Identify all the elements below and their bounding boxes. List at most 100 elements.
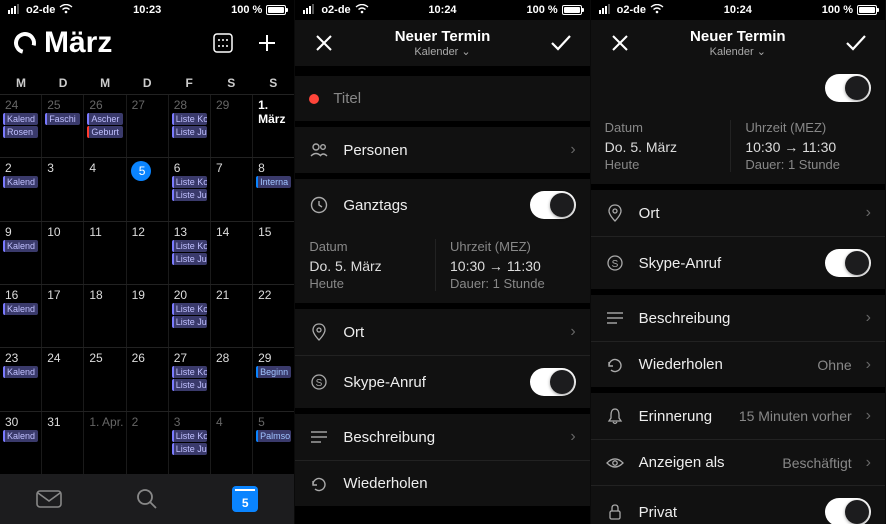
add-event-button[interactable] — [254, 30, 280, 56]
day-cell[interactable]: 18 — [84, 285, 126, 347]
day-cell[interactable]: 14 — [211, 222, 253, 284]
event-chip[interactable]: Liste Ju — [172, 316, 207, 328]
event-chip[interactable]: Liste Ko — [172, 176, 207, 188]
repeat-row[interactable]: Wiederholen Ohne › — [591, 341, 885, 387]
event-chip[interactable]: Liste Ju — [172, 443, 207, 455]
show-as-row[interactable]: Anzeigen als Beschäftigt › — [591, 439, 885, 485]
day-cell[interactable]: 23Kalend — [0, 348, 42, 410]
event-chip[interactable]: Kalend — [3, 303, 38, 315]
skype-row[interactable]: S Skype-Anruf — [295, 355, 589, 408]
calendar-selector[interactable]: Kalender ⌄ — [690, 45, 786, 58]
event-chip[interactable]: Liste Ju — [172, 189, 207, 201]
day-cell[interactable]: 4 — [84, 158, 126, 220]
day-cell[interactable]: 27 — [127, 95, 169, 157]
day-cell[interactable]: 1. März — [253, 95, 294, 157]
event-chip[interactable]: Rosen — [3, 126, 38, 138]
allday-toggle[interactable] — [825, 74, 871, 102]
day-cell[interactable]: 22 — [253, 285, 294, 347]
event-chip[interactable]: Interna — [256, 176, 291, 188]
tab-mail[interactable] — [0, 490, 98, 508]
month-grid[interactable]: 24KalendRosen25Faschi26AscherGeburt2728L… — [0, 94, 294, 474]
title-input-row[interactable]: Titel — [295, 76, 589, 121]
day-cell[interactable]: 8Interna — [253, 158, 294, 220]
tab-search[interactable] — [98, 488, 196, 510]
event-chip[interactable]: Kalend — [3, 113, 38, 125]
day-cell[interactable]: 13Liste KoListe Ju — [169, 222, 211, 284]
day-cell[interactable]: 27Liste KoListe Ju — [169, 348, 211, 410]
private-toggle[interactable] — [825, 498, 871, 524]
month-title[interactable]: März — [44, 26, 112, 60]
event-chip[interactable]: Liste Ju — [172, 379, 207, 391]
day-cell[interactable]: 26AscherGeburt — [84, 95, 126, 157]
view-mode-button[interactable] — [210, 30, 236, 56]
event-chip[interactable]: Liste Ju — [172, 253, 207, 265]
day-cell[interactable]: 2Kalend — [0, 158, 42, 220]
close-button[interactable] — [309, 34, 339, 52]
day-cell[interactable]: 3 — [42, 158, 84, 220]
people-row[interactable]: Personen › — [295, 127, 589, 173]
location-row[interactable]: Ort › — [591, 190, 885, 236]
description-row[interactable]: Beschreibung › — [295, 414, 589, 460]
day-cell[interactable]: 4 — [211, 412, 253, 474]
day-cell[interactable]: 21 — [211, 285, 253, 347]
day-cell[interactable]: 9Kalend — [0, 222, 42, 284]
day-cell[interactable]: 5Palmso — [253, 412, 294, 474]
event-chip[interactable]: Liste Ko — [172, 240, 207, 252]
close-button[interactable] — [605, 34, 635, 52]
day-cell[interactable]: 29Beginn — [253, 348, 294, 410]
allday-row[interactable]: Ganztags — [295, 179, 589, 231]
event-chip[interactable]: Kalend — [3, 430, 38, 442]
day-cell[interactable]: 26 — [127, 348, 169, 410]
day-cell[interactable]: 25Faschi — [42, 95, 84, 157]
reminder-row[interactable]: Erinnerung 15 Minuten vorher › — [591, 393, 885, 439]
event-chip[interactable]: Beginn — [256, 366, 291, 378]
day-cell[interactable]: 12 — [127, 222, 169, 284]
event-chip[interactable]: Kalend — [3, 240, 38, 252]
day-cell[interactable]: 17 — [42, 285, 84, 347]
private-row[interactable]: Privat — [591, 485, 885, 524]
skype-toggle[interactable] — [530, 368, 576, 396]
event-chip[interactable]: Kalend — [3, 366, 38, 378]
day-cell[interactable]: 3Liste KoListe Ju — [169, 412, 211, 474]
allday-partial-row[interactable] — [591, 66, 885, 112]
day-cell[interactable]: 11 — [84, 222, 126, 284]
day-cell[interactable]: 29 — [211, 95, 253, 157]
event-chip[interactable]: Kalend — [3, 176, 38, 188]
repeat-row[interactable]: Wiederholen — [295, 460, 589, 506]
day-cell[interactable]: 15 — [253, 222, 294, 284]
day-cell[interactable]: 1. Apr. — [84, 412, 126, 474]
datetime-row[interactable]: Datum Do. 5. März Heute Uhrzeit (MEZ) 10… — [295, 231, 589, 303]
event-chip[interactable]: Geburt — [87, 126, 122, 138]
day-cell[interactable]: 2 — [127, 412, 169, 474]
day-cell[interactable]: 28Liste KoListe Ju — [169, 95, 211, 157]
event-chip[interactable]: Liste Ko — [172, 113, 207, 125]
save-button[interactable] — [841, 34, 871, 52]
day-cell[interactable]: 31 — [42, 412, 84, 474]
day-cell[interactable]: 28 — [211, 348, 253, 410]
day-cell[interactable]: 19 — [127, 285, 169, 347]
skype-row[interactable]: S Skype-Anruf — [591, 236, 885, 289]
event-chip[interactable]: Liste Ko — [172, 303, 207, 315]
skype-toggle[interactable] — [825, 249, 871, 277]
day-cell[interactable]: 24KalendRosen — [0, 95, 42, 157]
datetime-row[interactable]: Datum Do. 5. März Heute Uhrzeit (MEZ) 10… — [591, 112, 885, 184]
day-cell[interactable]: 30Kalend — [0, 412, 42, 474]
allday-toggle[interactable] — [530, 191, 576, 219]
day-cell[interactable]: 5 — [127, 158, 169, 220]
event-chip[interactable]: Ascher — [87, 113, 122, 125]
day-cell[interactable]: 6Liste KoListe Ju — [169, 158, 211, 220]
day-cell[interactable]: 25 — [84, 348, 126, 410]
day-cell[interactable]: 7 — [211, 158, 253, 220]
day-cell[interactable]: 10 — [42, 222, 84, 284]
event-chip[interactable]: Faschi — [45, 113, 80, 125]
description-row[interactable]: Beschreibung › — [591, 295, 885, 341]
event-chip[interactable]: Liste Ko — [172, 430, 207, 442]
event-chip[interactable]: Liste Ju — [172, 126, 207, 138]
day-cell[interactable]: 24 — [42, 348, 84, 410]
tab-calendar[interactable]: 5 — [196, 486, 294, 512]
day-cell[interactable]: 20Liste KoListe Ju — [169, 285, 211, 347]
save-button[interactable] — [546, 34, 576, 52]
location-row[interactable]: Ort › — [295, 309, 589, 355]
day-cell[interactable]: 16Kalend — [0, 285, 42, 347]
event-chip[interactable]: Liste Ko — [172, 366, 207, 378]
